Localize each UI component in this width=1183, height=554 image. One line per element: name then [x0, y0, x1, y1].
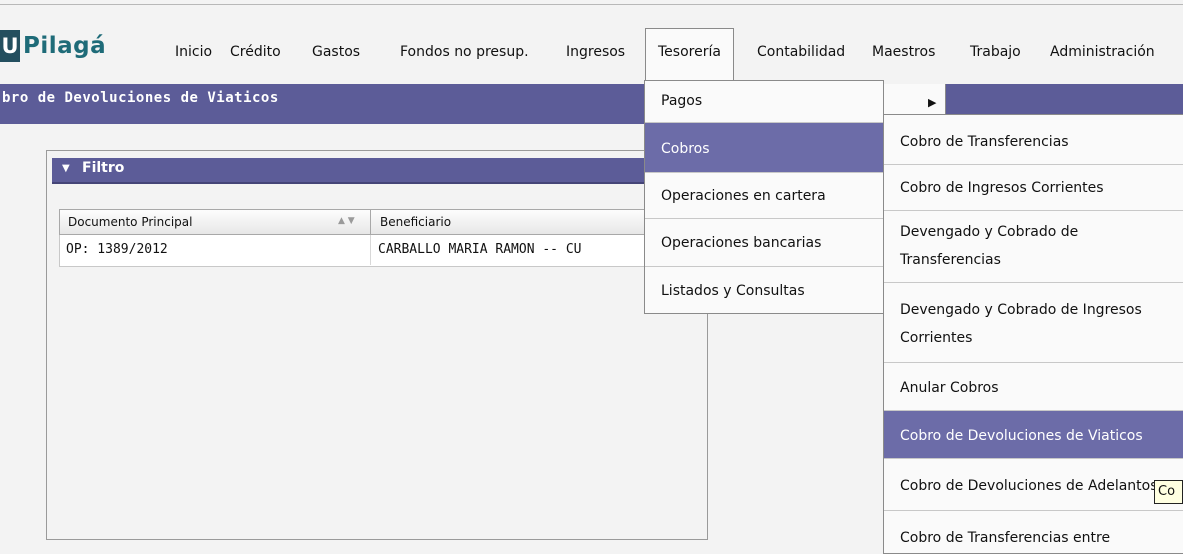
submenu-item-cobro-ingresos-corrientes[interactable]: Cobro de Ingresos Corrientes	[884, 165, 1183, 211]
menu-administracion[interactable]: Administración	[1050, 30, 1155, 80]
menu-fondos-no-presup[interactable]: Fondos no presup.	[400, 30, 529, 80]
menu-item-label: Operaciones en cartera	[661, 188, 826, 204]
menu-gastos[interactable]: Gastos	[312, 30, 360, 80]
menu-tesoreria[interactable]: Tesorería	[645, 28, 734, 81]
submenu-item-label-line2: Corrientes	[900, 330, 973, 346]
tesoreria-dropdown: Pagos Cobros Operaciones en cartera Oper…	[644, 80, 884, 314]
cell-separator	[370, 235, 371, 265]
menu-item-label: Cobros	[661, 141, 710, 157]
menu-maestros[interactable]: Maestros	[872, 30, 935, 80]
column-header-beneficiario[interactable]: Beneficiario	[380, 210, 451, 234]
filter-panel: ▼ Filtro Documento Principal ▲ ▼ Benefic…	[46, 150, 708, 540]
table-header-row: Documento Principal ▲ ▼ Beneficiario	[59, 209, 707, 235]
filter-header[interactable]: ▼ Filtro	[52, 158, 702, 184]
submenu-item-devengado-cobrado-ingresos-corrientes[interactable]: Devengado y Cobrado de Ingresos Corrient…	[884, 283, 1183, 363]
menu-item-cobros[interactable]: Cobros	[645, 123, 883, 173]
menu-trabajo[interactable]: Trabajo	[970, 30, 1021, 80]
menu-item-operaciones-bancarias[interactable]: Operaciones bancarias	[645, 219, 883, 267]
menu-inicio[interactable]: Inicio	[175, 30, 212, 80]
submenu-item-cobro-devoluciones-adelantos[interactable]: Cobro de Devoluciones de Adelantos	[884, 459, 1183, 511]
submenu-item-cobro-devoluciones-viaticos[interactable]: Cobro de Devoluciones de Viaticos	[884, 411, 1183, 459]
column-separator[interactable]	[370, 210, 371, 234]
menu-contabilidad[interactable]: Contabilidad	[757, 30, 845, 80]
menu-item-label: Operaciones bancarias	[661, 235, 822, 251]
menu-item-pagos[interactable]: Pagos	[645, 81, 883, 123]
submenu-item-cobro-transferencias-entre[interactable]: Cobro de Transferencias entre	[884, 511, 1183, 553]
submenu-item-label: Cobro de Devoluciones de Adelantos	[900, 478, 1158, 494]
submenu-item-label: Cobro de Devoluciones de Viaticos	[900, 428, 1143, 444]
table-row[interactable]: OP: 1389/2012 CARBALLO MARIA RAMON -- CU	[59, 235, 707, 267]
submenu-item-label: Cobro de Ingresos Corrientes	[900, 180, 1104, 196]
filter-label: Filtro	[82, 160, 125, 176]
bookmarks-strip-edge	[0, 0, 1183, 5]
menu-item-operaciones-cartera[interactable]: Operaciones en cartera	[645, 173, 883, 219]
menu-ingresos[interactable]: Ingresos	[566, 30, 625, 80]
submenu-item-anular-cobros[interactable]: Anular Cobros	[884, 363, 1183, 411]
results-table: Documento Principal ▲ ▼ Beneficiario OP:…	[59, 209, 707, 279]
browser-bookmarks-strip	[0, 0, 1183, 10]
menu-item-label: Listados y Consultas	[661, 283, 805, 299]
tooltip: Co	[1154, 480, 1183, 504]
menu-credito[interactable]: Crédito	[230, 30, 281, 80]
submenu-item-label-line1: Cobro de Transferencias entre	[900, 530, 1111, 546]
sort-arrows-icon[interactable]: ▲ ▼	[338, 210, 355, 232]
submenu-arrow-icon: ▶	[928, 96, 937, 109]
cobros-submenu: Cobro de Transferencias Cobro de Ingreso…	[883, 114, 1183, 554]
submenu-item-label-line1: Devengado y Cobrado de Ingresos	[900, 302, 1142, 318]
submenu-item-label-line2: Transferencias	[900, 252, 1001, 268]
submenu-item-label: Cobro de Transferencias	[900, 134, 1069, 150]
submenu-item-label-line1: Devengado y Cobrado de	[900, 224, 1079, 240]
collapse-triangle-icon[interactable]: ▼	[62, 163, 70, 174]
submenu-item-label: Anular Cobros	[900, 380, 999, 396]
cell-documento: OP: 1389/2012	[66, 242, 168, 257]
submenu-item-devengado-cobrado-transferencias[interactable]: Devengado y Cobrado de Transferencias	[884, 211, 1183, 283]
menu-item-label: Pagos	[661, 93, 703, 109]
column-header-documento[interactable]: Documento Principal	[68, 210, 192, 234]
logo-text: Pilagá	[23, 33, 107, 59]
submenu-item-cobro-transferencias[interactable]: Cobro de Transferencias	[884, 115, 1183, 165]
app-logo[interactable]: U Pilagá	[0, 30, 106, 62]
logo-mark: U	[0, 30, 20, 62]
menu-item-listados-consultas[interactable]: Listados y Consultas	[645, 267, 883, 313]
page-title: bro de Devoluciones de Viaticos	[2, 90, 279, 106]
